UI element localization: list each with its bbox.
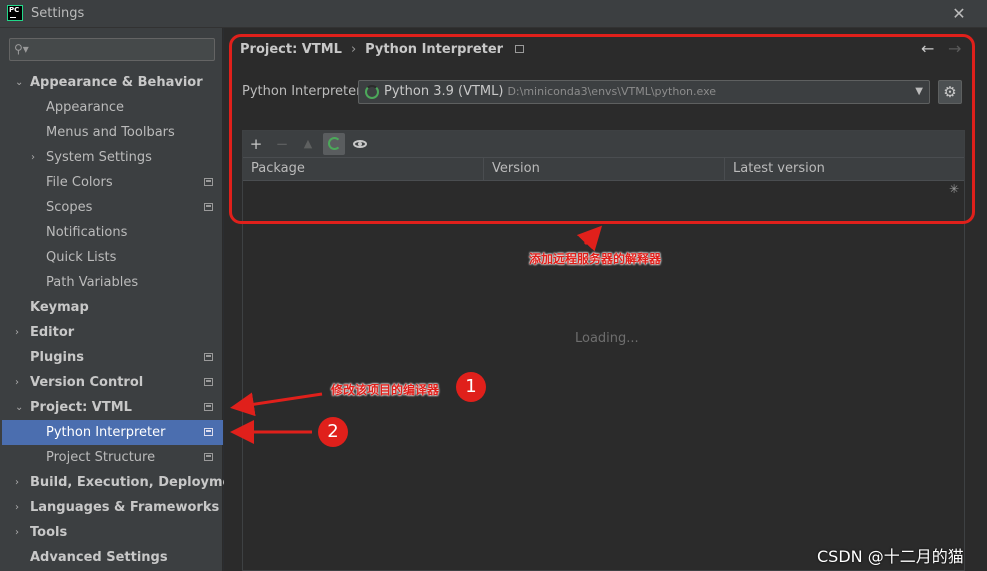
sidebar-item-project-vtml[interactable]: ⌄ Project: VTML [0,395,223,420]
project-scope-icon [204,403,213,411]
sidebar-item-version-control[interactable]: › Version Control [0,370,223,395]
sidebar-item-scopes[interactable]: Scopes [0,195,223,220]
chevron-right-icon[interactable]: › [31,145,35,170]
chevron-right-icon[interactable]: › [15,370,19,395]
sidebar-item-tools[interactable]: › Tools [0,520,223,545]
sidebar-item-quick-lists[interactable]: Quick Lists [0,245,223,270]
sidebar-item-project-structure[interactable]: Project Structure [0,445,223,470]
sidebar-item-python-interpreter[interactable]: Python Interpreter [2,420,223,445]
sidebar-item-menus-toolbars[interactable]: Menus and Toolbars [0,120,223,145]
project-scope-icon [204,378,213,386]
sidebar-item-languages-frameworks[interactable]: › Languages & Frameworks [0,495,223,520]
sidebar-item-build-execution[interactable]: › Build, Execution, Deployment [0,470,247,495]
project-scope-icon [204,353,213,361]
sidebar-item-keymap[interactable]: Keymap [0,295,223,320]
project-scope-icon [204,453,213,461]
project-scope-icon [204,428,213,436]
sidebar-item-path-variables[interactable]: Path Variables [0,270,223,295]
sidebar-item-appearance-behavior[interactable]: ⌄ Appearance & Behavior [0,70,223,95]
sidebar-item-advanced-settings[interactable]: Advanced Settings [0,545,223,570]
settings-sidebar: ⚲▾ ⌄ Appearance & Behavior Appearance Me… [0,28,247,571]
window-title: Settings [31,6,85,21]
chevron-down-icon[interactable]: ⌄ [15,395,23,420]
close-icon[interactable]: ✕ [948,3,970,25]
annotation-project-note: 修改该项目的编译器 [331,383,440,397]
annotation-remote-note: 添加远程服务器的解释器 [529,252,662,266]
project-scope-icon [204,178,213,186]
sidebar-item-file-colors[interactable]: File Colors [0,170,223,195]
search-icon: ⚲▾ [14,42,29,56]
sidebar-item-plugins[interactable]: Plugins [0,345,223,370]
chevron-right-icon[interactable]: › [15,520,19,545]
annotation-number-1: 1 [456,372,486,402]
sidebar-item-appearance[interactable]: Appearance [0,95,223,120]
chevron-right-icon[interactable]: › [15,320,19,345]
chevron-down-icon[interactable]: ⌄ [15,70,23,95]
annotation-number-2: 2 [318,417,348,447]
watermark: CSDN @十二月的猫 [817,547,964,566]
loading-text: Loading... [575,331,639,346]
sidebar-item-system-settings[interactable]: › System Settings [0,145,223,170]
title-bar: PC Settings ✕ [0,0,987,28]
annotation-frame [229,34,975,224]
pycharm-logo-icon: PC [7,5,23,21]
project-scope-icon [204,203,213,211]
sidebar-item-editor[interactable]: › Editor [0,320,223,345]
chevron-right-icon[interactable]: › [15,470,19,495]
sidebar-item-notifications[interactable]: Notifications [0,220,223,245]
chevron-right-icon[interactable]: › [15,495,19,520]
search-input[interactable]: ⚲▾ [9,38,215,61]
